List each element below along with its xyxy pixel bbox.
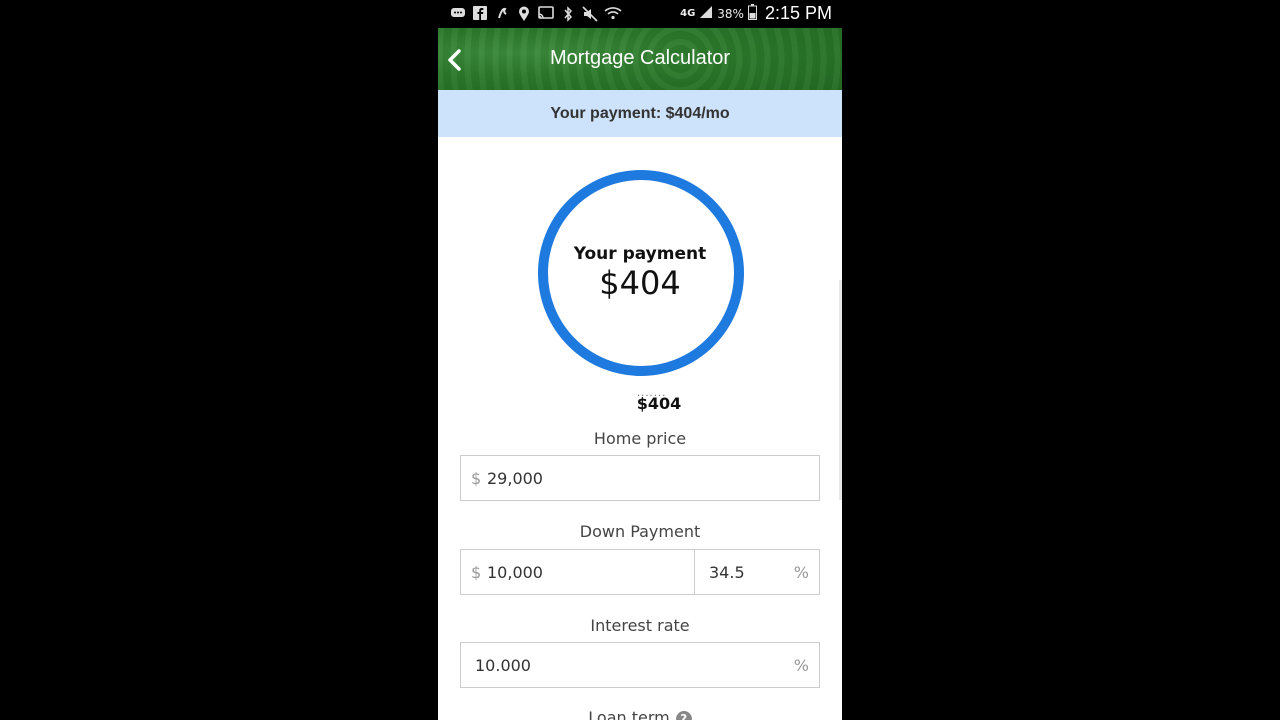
network-type: 4G <box>680 8 696 19</box>
scrollbar[interactable] <box>839 280 842 500</box>
donut-center-value: $404 <box>599 264 681 302</box>
donut-center-label: Your payment <box>573 244 707 264</box>
clock: 2:15 PM <box>764 3 832 23</box>
app-icon <box>494 6 510 22</box>
loan-term-label-row: Loan term? <box>438 708 842 720</box>
wifi-icon <box>604 6 622 22</box>
battery-percent: 38% <box>717 6 744 21</box>
down-payment-amount-input[interactable]: $ 10,000 <box>460 549 695 595</box>
signal-icon <box>699 4 713 23</box>
down-payment-label: Down Payment <box>579 522 701 541</box>
currency-prefix: $ <box>471 563 482 582</box>
help-icon[interactable]: ? <box>675 710 692 720</box>
location-icon <box>516 6 532 22</box>
interest-rate-label: Interest rate <box>590 616 690 635</box>
home-price-label: Home price <box>593 429 687 448</box>
status-right: 4G 38% 2:15 PM <box>680 3 832 24</box>
phone-screen: 4G 38% 2:15 PM Mortgage Calculator Your … <box>438 0 842 720</box>
down-payment-percent-value: 34.5 <box>709 563 745 582</box>
percent-suffix: % <box>793 563 809 582</box>
mute-icon <box>582 6 598 22</box>
down-payment-amount-value: 10,000 <box>487 563 543 582</box>
message-icon <box>450 6 466 22</box>
battery-icon <box>747 3 757 24</box>
bluetooth-icon <box>560 6 576 22</box>
interest-rate-value: 10.000 <box>475 656 531 675</box>
down-payment-percent-input[interactable]: 34.5 % <box>694 549 820 595</box>
interest-rate-input[interactable]: 10.000 % <box>460 642 820 688</box>
status-bar: 4G 38% 2:15 PM <box>438 0 842 28</box>
percent-suffix: % <box>793 656 809 675</box>
payment-summary: Your payment: $404/mo <box>438 90 842 137</box>
facebook-icon <box>472 6 488 22</box>
home-price-value: 29,000 <box>487 469 543 488</box>
currency-prefix: $ <box>471 469 482 488</box>
page-title: Mortgage Calculator <box>549 47 731 69</box>
cast-icon <box>538 6 554 22</box>
app-header: Mortgage Calculator <box>438 28 842 90</box>
loan-term-label: Loan term <box>588 708 670 720</box>
notification-icons <box>450 5 622 23</box>
home-price-input[interactable]: $ 29,000 <box>460 455 820 501</box>
legend-value: $404 <box>636 394 682 413</box>
